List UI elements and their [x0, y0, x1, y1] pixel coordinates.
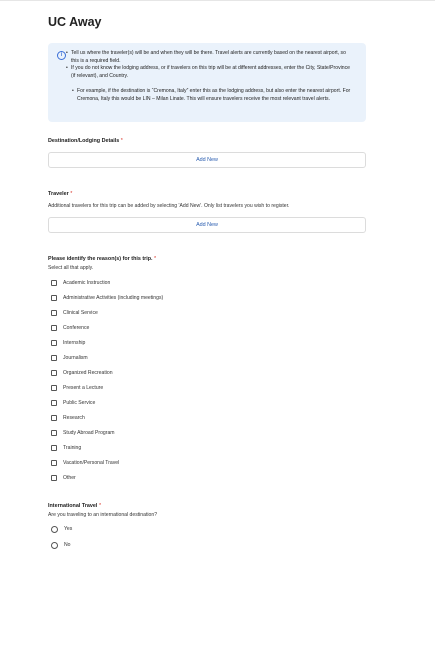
radio-button[interactable]: [51, 525, 58, 533]
reason-option-other[interactable]: Other: [51, 473, 76, 483]
checkbox-label: Organized Recreation: [63, 370, 113, 376]
checkbox[interactable]: [51, 280, 57, 286]
checkbox-label: Vacation/Personal Travel: [63, 460, 120, 466]
checkbox-label: Public Service: [63, 400, 96, 406]
checkbox-label: Administrative Activities (including mee…: [63, 295, 164, 301]
info-icon: i: [57, 51, 66, 60]
info-panel: i Tell us where the traveler(s) will be …: [48, 43, 366, 122]
checkbox-label: Clinical Service: [63, 310, 98, 316]
international-label: International Travel *: [48, 503, 101, 509]
destination-add-new-button[interactable]: Add New: [48, 152, 366, 168]
checkbox[interactable]: [51, 445, 57, 451]
required-marker: *: [120, 138, 123, 144]
reason-option-journalism[interactable]: Journalism: [51, 353, 88, 363]
radio-label: Yes: [64, 526, 73, 532]
checkbox-label: Internship: [63, 340, 86, 346]
destination-label-text: Destination/Lodging Details: [48, 138, 120, 144]
checkbox-label: Research: [63, 415, 85, 421]
reason-option-academic-instruction[interactable]: Academic Instruction: [51, 278, 110, 288]
info-bullet-list: Tell us where the traveler(s) will be an…: [66, 50, 353, 80]
international-option-no[interactable]: No: [51, 540, 71, 550]
checkbox-label: Study Abroad Program: [63, 430, 115, 436]
reason-option-administrative-activities[interactable]: Administrative Activities (including mee…: [51, 293, 163, 303]
checkbox[interactable]: [51, 310, 57, 316]
checkbox-label: Other: [63, 475, 76, 481]
reason-option-clinical-service[interactable]: Clinical Service: [51, 308, 98, 318]
info-sub-bullet: For example, if the destination is “Crem…: [72, 88, 353, 103]
traveler-label: Traveler *: [48, 191, 72, 197]
checkbox[interactable]: [51, 295, 57, 301]
reason-option-internship[interactable]: Internship: [51, 338, 85, 348]
checkbox[interactable]: [51, 325, 57, 331]
checkbox[interactable]: [51, 415, 57, 421]
traveler-label-text: Traveler: [48, 191, 69, 197]
traveler-description: Additional travelers for this trip can b…: [48, 203, 290, 209]
international-option-yes[interactable]: Yes: [51, 524, 72, 534]
checkbox[interactable]: [51, 400, 57, 406]
info-sub-bullet-list: For example, if the destination is “Crem…: [72, 88, 353, 103]
checkbox-label: Journalism: [63, 355, 88, 361]
top-divider: [0, 0, 435, 1]
reason-option-vacation-personal-travel[interactable]: Vacation/Personal Travel: [51, 458, 119, 468]
radio-label: No: [64, 542, 71, 548]
checkbox[interactable]: [51, 355, 57, 361]
checkbox-label: Present a Lecture: [63, 385, 104, 391]
checkbox[interactable]: [51, 385, 57, 391]
checkbox[interactable]: [51, 370, 57, 376]
required-marker: *: [98, 503, 102, 509]
reason-option-organized-recreation[interactable]: Organized Recreation: [51, 368, 113, 378]
required-marker: *: [154, 256, 157, 262]
checkbox-label: Conference: [63, 325, 90, 331]
page-title: UC Away: [48, 15, 102, 29]
reason-option-present-a-lecture[interactable]: Present a Lecture: [51, 383, 103, 393]
reason-option-training[interactable]: Training: [51, 443, 81, 453]
required-marker: *: [70, 191, 73, 197]
checkbox-label: Academic Instruction: [63, 280, 111, 286]
reasons-label-text: Please identify the reason(s) for this t…: [48, 256, 153, 262]
checkbox[interactable]: [51, 460, 57, 466]
reasons-hint: Select all that apply.: [48, 265, 94, 271]
checkbox[interactable]: [51, 430, 57, 436]
reason-option-research[interactable]: Research: [51, 413, 85, 423]
checkbox[interactable]: [51, 475, 57, 481]
info-bullet: Tell us where the traveler(s) will be an…: [66, 50, 353, 65]
international-question: Are you traveling to an international de…: [48, 512, 158, 518]
checkbox[interactable]: [51, 340, 57, 346]
traveler-add-new-button[interactable]: Add New: [48, 217, 366, 233]
reason-option-public-service[interactable]: Public Service: [51, 398, 95, 408]
radio-button[interactable]: [51, 541, 58, 549]
international-label-text: International Travel: [48, 503, 98, 509]
info-bullet: If you do not know the lodging address, …: [66, 65, 353, 80]
reason-option-conference[interactable]: Conference: [51, 323, 89, 333]
destination-label: Destination/Lodging Details *: [48, 138, 123, 144]
checkbox-label: Training: [63, 445, 82, 451]
reason-option-study-abroad-program[interactable]: Study Abroad Program: [51, 428, 115, 438]
reasons-label: Please identify the reason(s) for this t…: [48, 256, 156, 262]
